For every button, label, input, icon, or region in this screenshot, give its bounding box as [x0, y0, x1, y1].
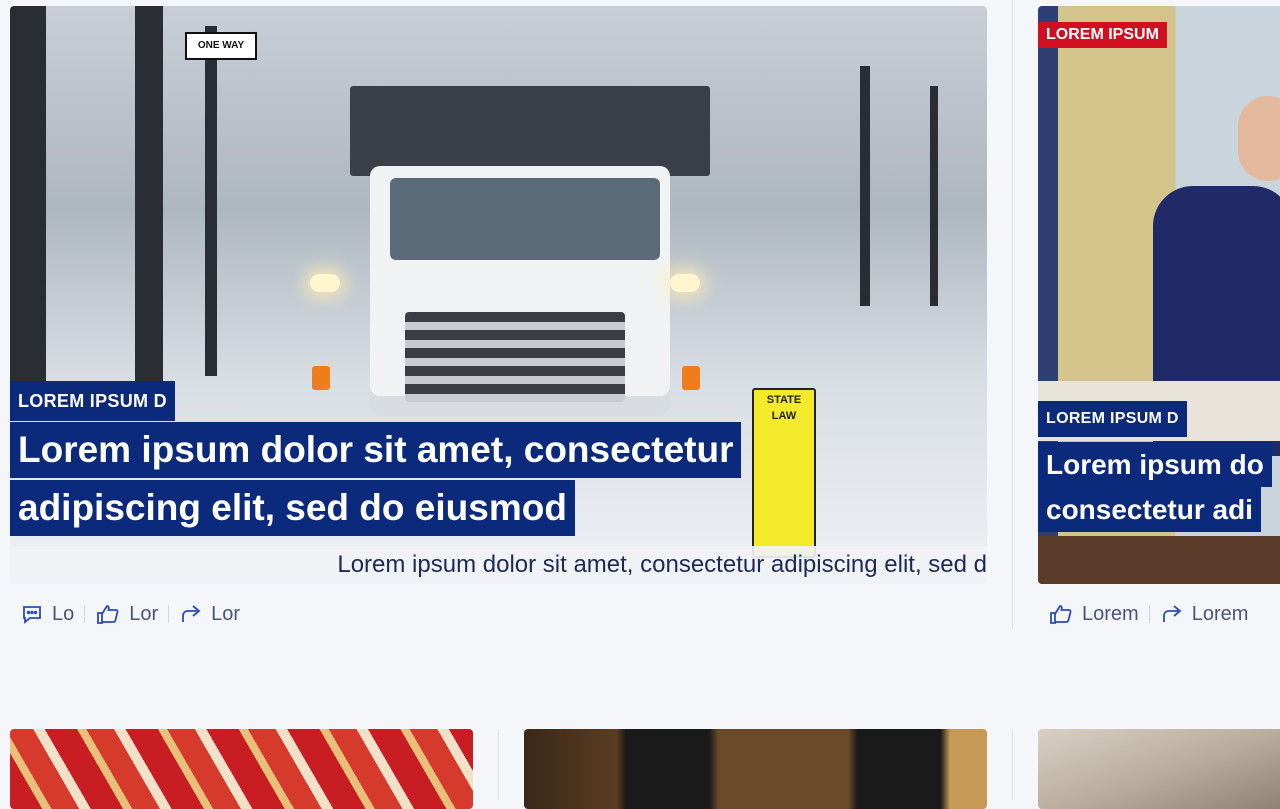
share-button[interactable]: Lorem: [1150, 602, 1259, 626]
secondary-article-card[interactable]: LOREM IPSUM LOREM IPSUM D Lorem ipsum do…: [1038, 6, 1280, 584]
main-article-kicker: LOREM IPSUM D: [10, 381, 175, 421]
column-divider: [1012, 729, 1013, 800]
main-article-subtitle: Lorem ipsum dolor sit amet, consectetur …: [10, 546, 987, 584]
headline-line: Lorem ipsum dolor sit amet, consectetur: [10, 422, 742, 478]
secondary-article-headline[interactable]: Lorem ipsum do consectetur adi: [1038, 442, 1280, 532]
headline-line: Lorem ipsum do: [1038, 442, 1272, 487]
comment-button[interactable]: Lo: [10, 602, 84, 626]
main-article-headline[interactable]: Lorem ipsum dolor sit amet, consectetur …: [10, 422, 840, 538]
column-divider: [498, 729, 499, 800]
comment-count: Lo: [52, 602, 75, 625]
one-way-sign: ONE WAY: [185, 32, 257, 60]
like-count: Lorem: [1082, 602, 1139, 625]
share-count: Lorem: [1191, 602, 1249, 625]
like-button[interactable]: Lor: [85, 602, 168, 626]
main-article-card[interactable]: ONE WAY STATE LAW LOREM IPSUM D Lorem ip…: [10, 6, 987, 584]
like-icon: [95, 602, 121, 626]
category-label: LOREM IPSUM: [1038, 22, 1167, 48]
like-button[interactable]: Lorem: [1038, 602, 1149, 626]
secondary-article-kicker: LOREM IPSUM D: [1038, 401, 1187, 437]
share-button[interactable]: Lor: [169, 602, 250, 626]
headline-line: adipiscing elit, sed do eiusmod: [10, 480, 575, 536]
share-count: Lor: [211, 602, 241, 625]
main-article-actions: Lo Lor Lor: [10, 598, 250, 630]
column-divider: [1012, 0, 1013, 630]
like-count: Lor: [129, 602, 159, 625]
article-thumbnail-1[interactable]: [10, 729, 473, 809]
share-icon: [179, 602, 203, 626]
secondary-article-actions: Lorem Lorem: [1038, 598, 1258, 630]
article-thumbnail-3[interactable]: [1038, 729, 1280, 809]
like-icon: [1048, 602, 1074, 626]
article-thumbnail-2[interactable]: [524, 729, 987, 809]
headline-line: consectetur adi: [1038, 487, 1261, 532]
share-icon: [1160, 602, 1184, 626]
comment-icon: [20, 602, 44, 626]
